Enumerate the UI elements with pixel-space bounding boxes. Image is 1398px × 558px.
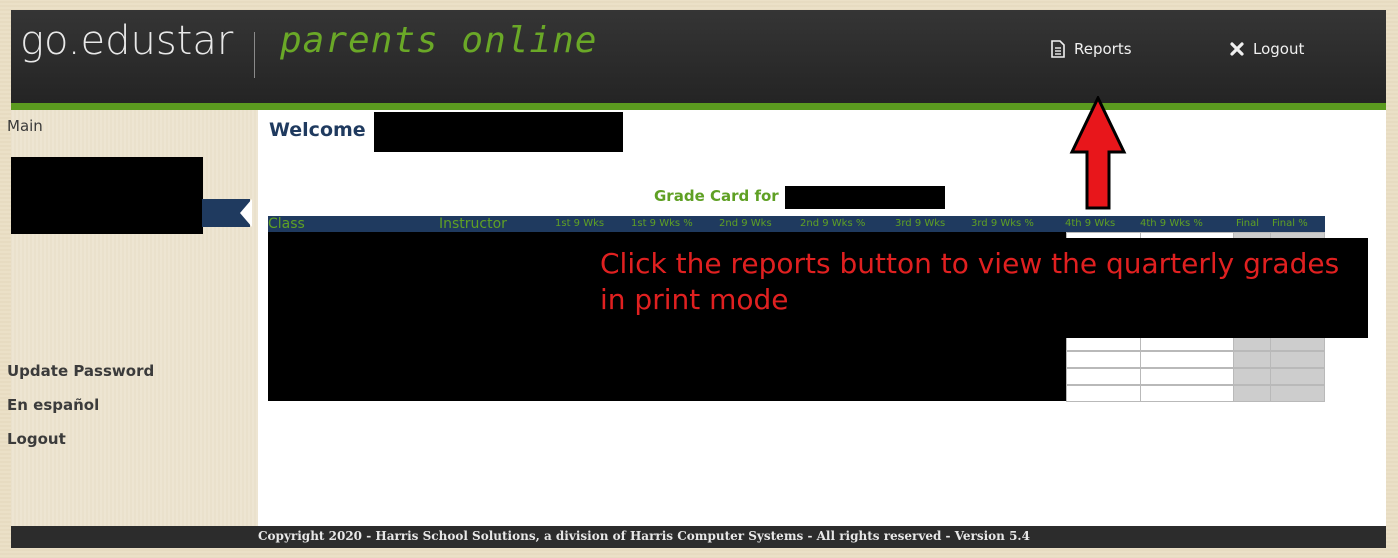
table-cell (1140, 368, 1234, 385)
sidebar-item-logout[interactable]: Logout (7, 430, 66, 448)
table-cell (1270, 385, 1325, 402)
logo-separator (254, 32, 255, 78)
col-2nd-9wks-pct[interactable]: 2nd 9 Wks % (800, 216, 865, 232)
sidebar-item-update-password[interactable]: Update Password (7, 362, 154, 380)
annotation-text: Click the reports button to view the qua… (600, 247, 1340, 316)
table-cell (1270, 368, 1325, 385)
col-3rd-9wks-pct[interactable]: 3rd 9 Wks % (971, 216, 1034, 232)
header-accent-bar (11, 103, 1386, 110)
logo-go-edustar: go.edustar (20, 18, 234, 64)
welcome-heading: Welcome (269, 119, 366, 141)
col-final-pct[interactable]: Final % (1272, 216, 1308, 232)
col-2nd-9wks[interactable]: 2nd 9 Wks (719, 216, 772, 232)
redacted-student-name (785, 186, 945, 209)
table-cell (1233, 351, 1271, 368)
table-cell (1140, 385, 1234, 402)
table-cell (1066, 351, 1141, 368)
redacted-student-info (11, 157, 203, 234)
table-cell (1233, 385, 1271, 402)
footer-copyright: Copyright 2020 - Harris School Solutions… (258, 529, 1030, 543)
table-cell (1066, 385, 1141, 402)
reports-label: Reports (1074, 40, 1132, 58)
header-logout-button[interactable]: Logout (1229, 40, 1304, 58)
col-4th-9wks[interactable]: 4th 9 Wks (1065, 216, 1115, 232)
red-arrow-annotation (1069, 96, 1127, 210)
col-1st-9wks[interactable]: 1st 9 Wks (555, 216, 604, 232)
col-instructor[interactable]: Instructor (439, 216, 507, 232)
close-x-icon (1229, 41, 1245, 57)
col-1st-9wks-pct[interactable]: 1st 9 Wks % (631, 216, 693, 232)
table-cell (1140, 351, 1234, 368)
redacted-user-name (374, 112, 623, 152)
sidebar-indicator-notch (240, 199, 252, 227)
table-cell (1066, 368, 1141, 385)
col-final[interactable]: Final (1236, 216, 1259, 232)
table-cell (1270, 351, 1325, 368)
table-cell (1233, 368, 1271, 385)
header-logout-label: Logout (1253, 40, 1305, 58)
grade-card-title: Grade Card for (654, 187, 779, 205)
col-class[interactable]: Class (268, 216, 305, 232)
col-4th-9wks-pct[interactable]: 4th 9 Wks % (1140, 216, 1203, 232)
sidebar-main-label: Main (7, 117, 43, 135)
reports-button[interactable]: Reports (1050, 40, 1132, 58)
document-icon (1050, 40, 1066, 58)
logo-parents-online: parents online (280, 20, 598, 61)
sidebar-item-en-espanol[interactable]: En español (7, 396, 99, 414)
col-3rd-9wks[interactable]: 3rd 9 Wks (895, 216, 945, 232)
